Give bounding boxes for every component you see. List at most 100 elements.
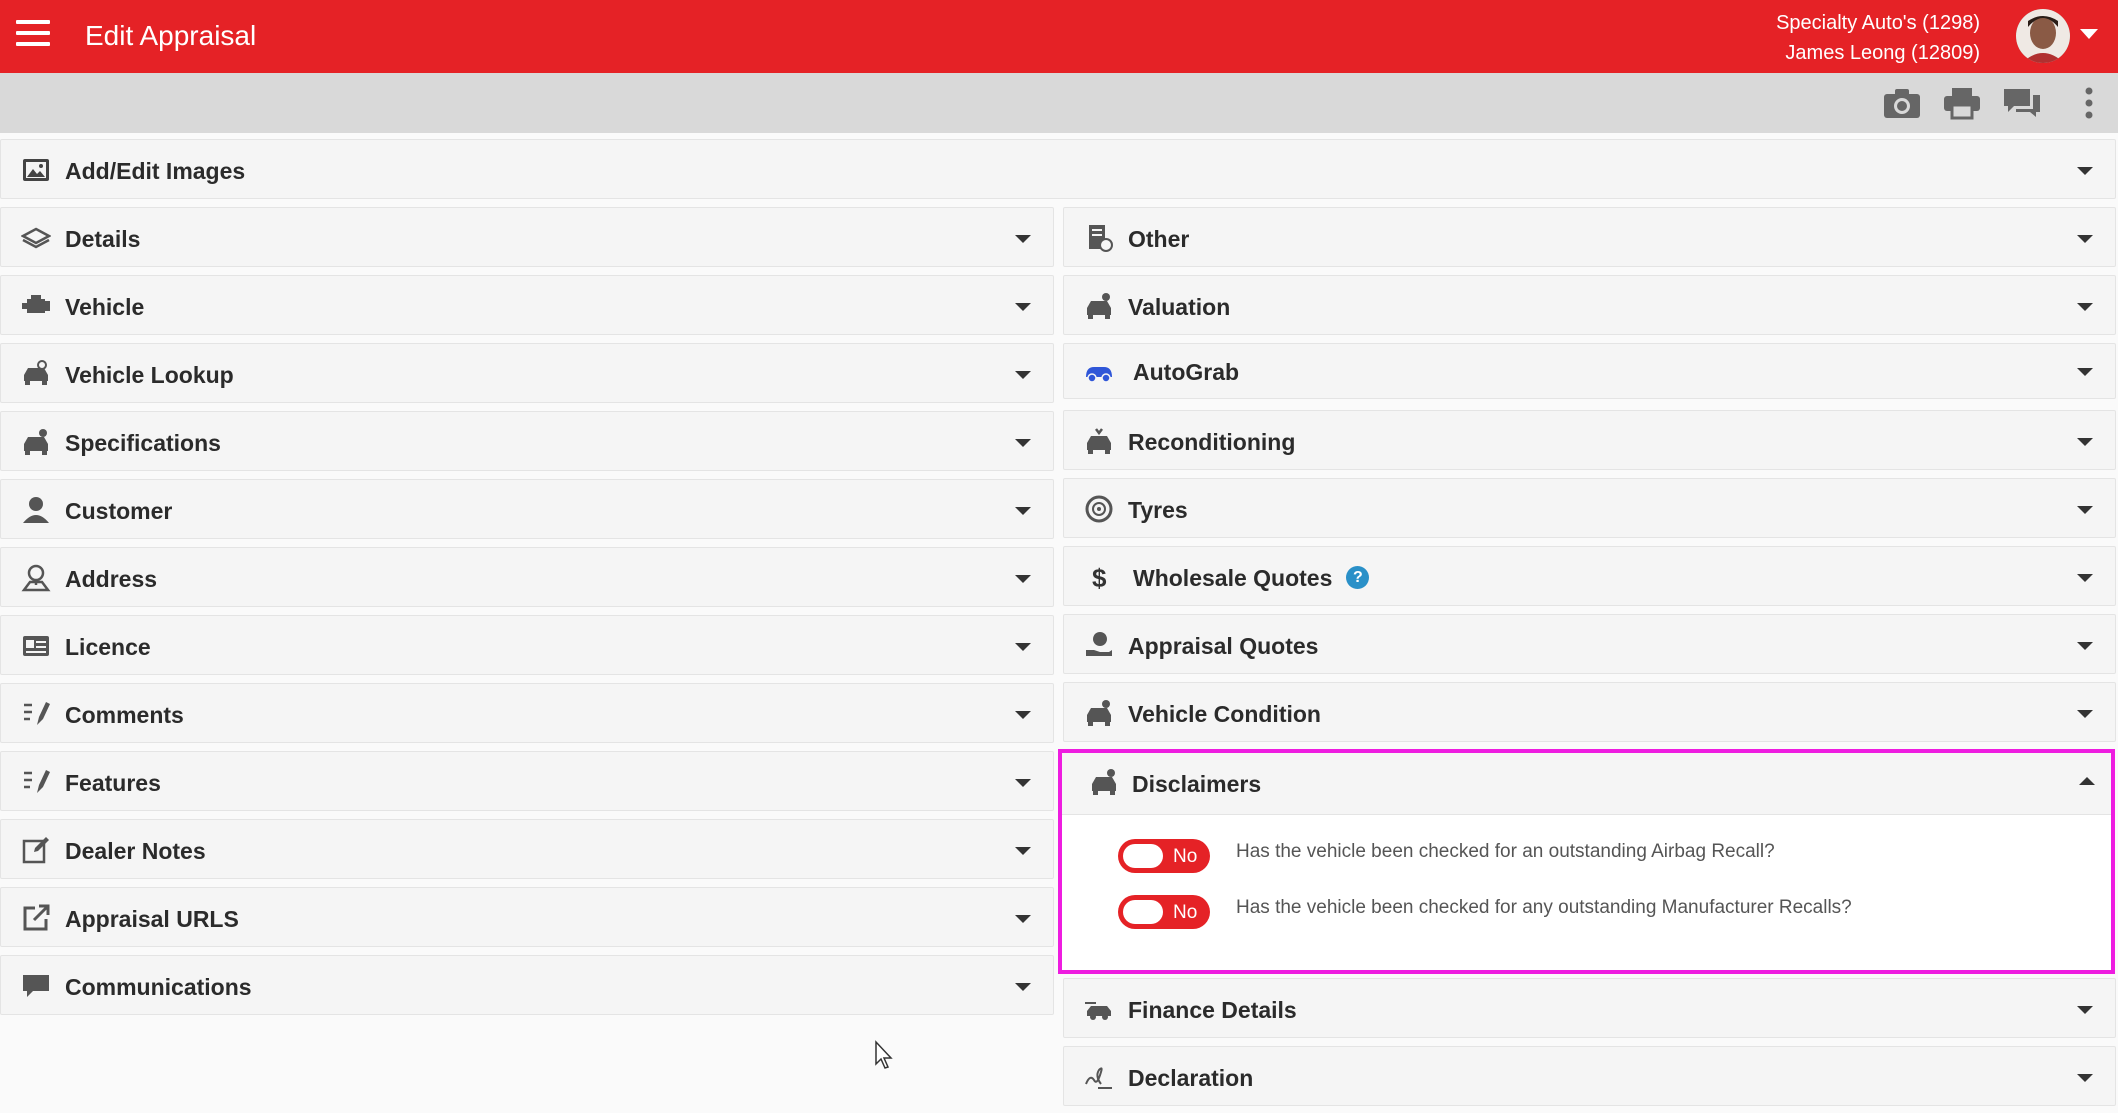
toggle-state: No <box>1173 846 1198 867</box>
panel-label: Vehicle <box>65 294 145 320</box>
panel-label: Appraisal Quotes <box>1128 633 1319 659</box>
panel-label: Add/Edit Images <box>65 158 246 184</box>
panel-label: Vehicle Condition <box>1128 701 1321 727</box>
panel-reconditioning[interactable]: Reconditioning <box>1063 410 2116 470</box>
panel-label-text: Wholesale Quotes <box>1133 565 1333 591</box>
panel-label: Valuation <box>1128 294 1231 320</box>
chevron-down-icon <box>2077 438 2093 446</box>
panel-label: Tyres <box>1128 497 1188 523</box>
panel-finance-details[interactable]: Finance Details <box>1063 978 2116 1038</box>
account-info[interactable]: Specialty Auto's (1298) James Leong (128… <box>1776 8 1980 68</box>
panel-vehicle[interactable]: Vehicle <box>0 275 1054 335</box>
chevron-down-icon <box>1015 983 1031 991</box>
panel-address[interactable]: Address <box>0 547 1054 607</box>
location-icon <box>21 563 51 593</box>
panel-customer[interactable]: Customer <box>0 479 1054 539</box>
chevron-down-icon <box>1015 915 1031 923</box>
panel-licence[interactable]: Licence <box>0 615 1054 675</box>
panel-specifications[interactable]: Specifications <box>0 411 1054 471</box>
chevron-down-icon <box>1015 779 1031 787</box>
panel-other[interactable]: Other <box>1063 207 2116 267</box>
camera-icon[interactable] <box>1882 86 1922 120</box>
chat-icon[interactable] <box>2002 86 2042 120</box>
manufacturer-recall-toggle[interactable]: No <box>1118 895 1210 929</box>
manufacturer-recall-question: Has the vehicle been checked for any out… <box>1236 897 1852 918</box>
panel-disclaimers: Disclaimers No Has the vehicle been chec… <box>1058 749 2115 974</box>
signature-icon <box>1084 1062 1114 1092</box>
document-clock-icon <box>1084 223 1114 253</box>
dealer-name: Specialty Auto's (1298) <box>1776 12 1980 34</box>
tyre-icon <box>1084 494 1114 524</box>
page-title: Edit Appraisal <box>85 20 257 51</box>
chevron-down-icon <box>1015 303 1031 311</box>
disclaimers-header[interactable]: Disclaimers <box>1062 753 2111 815</box>
hamburger-menu-icon[interactable] <box>16 20 50 50</box>
more-vertical-icon[interactable] <box>2082 86 2096 120</box>
panel-label: Vehicle Lookup <box>65 362 234 388</box>
chevron-down-icon <box>2077 642 2093 650</box>
airbag-recall-question: Has the vehicle been checked for an outs… <box>1236 841 1775 862</box>
panel-autograb[interactable]: AutoGrab <box>1063 343 2116 399</box>
panel-label: Disclaimers <box>1132 771 1262 797</box>
panel-vehicle-lookup[interactable]: Vehicle Lookup <box>0 343 1054 403</box>
panel-comments[interactable]: Comments <box>0 683 1054 743</box>
panel-label: Communications <box>65 974 252 1000</box>
chevron-down-icon <box>2077 574 2093 582</box>
panel-vehicle-condition[interactable]: Vehicle Condition <box>1063 682 2116 742</box>
id-card-icon <box>21 631 51 661</box>
app-header: Edit Appraisal Specialty Auto's (1298) J… <box>0 0 2118 73</box>
hand-dollar-icon <box>1084 630 1114 660</box>
car-check-icon <box>1084 698 1114 728</box>
account-menu-caret-icon[interactable] <box>2080 29 2098 39</box>
panel-communications[interactable]: Communications <box>0 955 1054 1015</box>
dollar-icon: $ <box>1084 562 1114 593</box>
printer-icon[interactable] <box>1942 86 1982 120</box>
chevron-up-icon <box>2079 777 2095 785</box>
chevron-down-icon <box>2077 167 2093 175</box>
autograb-logo-icon <box>1084 357 1114 387</box>
panel-appraisal-quotes[interactable]: Appraisal Quotes <box>1063 614 2116 674</box>
panel-wholesale-quotes[interactable]: $ Wholesale Quotes? <box>1063 546 2116 606</box>
panel-details[interactable]: Details <box>0 207 1054 267</box>
panel-dealer-notes[interactable]: Dealer Notes <box>0 819 1054 879</box>
panel-tyres[interactable]: Tyres <box>1063 478 2116 538</box>
panel-label: Dealer Notes <box>65 838 206 864</box>
panel-label: Details <box>65 226 141 252</box>
chevron-down-icon <box>2077 1006 2093 1014</box>
chevron-down-icon <box>1015 371 1031 379</box>
external-link-icon <box>21 903 51 933</box>
panel-label: Reconditioning <box>1128 429 1296 455</box>
panel-label: Declaration <box>1128 1065 1254 1091</box>
toggle-knob <box>1123 900 1163 924</box>
panel-valuation[interactable]: Valuation <box>1063 275 2116 335</box>
chevron-down-icon <box>1015 507 1031 515</box>
avatar[interactable] <box>2016 9 2070 63</box>
help-icon[interactable]: ? <box>1346 566 1370 590</box>
panel-label: Specifications <box>65 430 221 456</box>
chevron-down-icon <box>1015 439 1031 447</box>
chevron-down-icon <box>2077 303 2093 311</box>
panel-features[interactable]: Features <box>0 751 1054 811</box>
action-toolbar <box>0 73 2118 133</box>
chevron-down-icon <box>2077 1074 2093 1082</box>
svg-text:$: $ <box>1092 563 1107 592</box>
chevron-down-icon <box>1015 235 1031 243</box>
panel-declaration[interactable]: Declaration <box>1063 1046 2116 1106</box>
airbag-recall-toggle[interactable]: No <box>1118 839 1210 873</box>
chevron-down-icon <box>2077 506 2093 514</box>
panel-label: Appraisal URLS <box>65 906 239 932</box>
chevron-down-icon <box>2077 235 2093 243</box>
image-icon <box>21 155 51 185</box>
chat-icon <box>21 971 51 1001</box>
mouse-cursor-icon <box>874 1040 894 1070</box>
panel-label: Customer <box>65 498 173 524</box>
panel-add-edit-images[interactable]: Add/Edit Images <box>0 139 2116 199</box>
car-info-icon <box>1089 767 1119 797</box>
panel-label: Wholesale Quotes? <box>1133 565 1370 592</box>
engine-icon <box>21 291 51 321</box>
car-wrench-icon <box>1084 426 1114 456</box>
panel-label: Licence <box>65 634 151 660</box>
panel-appraisal-urls[interactable]: Appraisal URLS <box>0 887 1054 947</box>
chevron-down-icon <box>2077 710 2093 718</box>
panel-label: Features <box>65 770 161 796</box>
